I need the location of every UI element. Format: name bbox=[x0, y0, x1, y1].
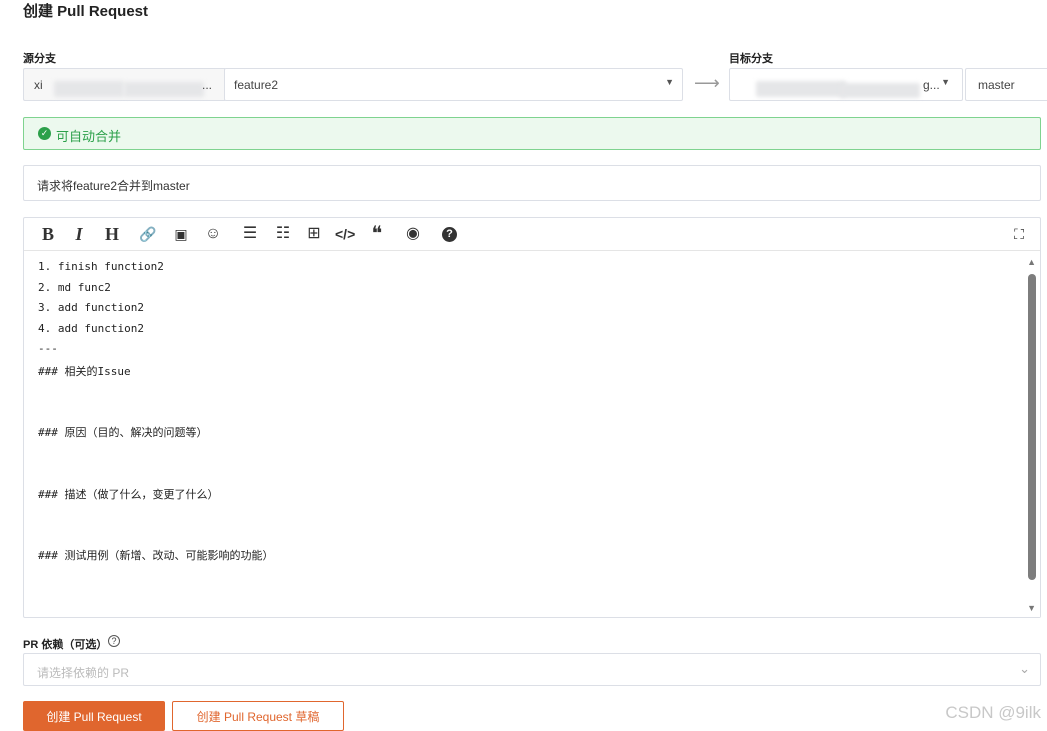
source-repo-ellipsis: ... bbox=[202, 78, 213, 92]
source-branch-select[interactable]: feature2 ▼ bbox=[224, 68, 683, 101]
pr-title-input[interactable]: 请求将feature2合并到master bbox=[23, 165, 1041, 201]
editor-line: ### 测试用例（新增、改动、可能影响的功能） bbox=[38, 549, 274, 562]
redacted-area bbox=[124, 82, 204, 97]
source-repo-text: xi bbox=[34, 78, 43, 92]
redacted-area bbox=[54, 81, 124, 97]
pr-dependency-label: PR 依赖（可选） bbox=[23, 639, 108, 651]
caret-down-icon: ▼ bbox=[665, 77, 674, 87]
page-title: 创建 Pull Request bbox=[23, 3, 149, 20]
quote-icon[interactable]: ❝ bbox=[368, 224, 386, 244]
target-branch-label: 目标分支 bbox=[729, 53, 773, 65]
scrollbar-thumb[interactable] bbox=[1028, 274, 1036, 580]
pr-dependency-placeholder: 请选择依赖的 PR bbox=[37, 666, 130, 680]
editor-toolbar: B I H 🔗 ▣ ☺ ☰ ☷ ⊞ </> ❝ ◉ ? ⛶ bbox=[24, 218, 1040, 251]
emoji-icon[interactable]: ☺ bbox=[204, 224, 222, 244]
target-branch-value: master bbox=[978, 78, 1015, 92]
heading-icon[interactable]: H bbox=[103, 224, 121, 244]
table-icon[interactable]: ⊞ bbox=[305, 224, 323, 244]
arrow-right-icon: ⟶ bbox=[694, 73, 720, 93]
question-icon[interactable]: ? bbox=[108, 635, 120, 647]
target-repo-text: g... bbox=[923, 78, 940, 92]
watermark: CSDN @9ilk bbox=[945, 703, 1041, 722]
create-draft-pr-button[interactable]: 创建 Pull Request 草稿 bbox=[172, 701, 344, 731]
image-icon[interactable]: ▣ bbox=[172, 224, 190, 244]
merge-status-text: 可自动合并 bbox=[56, 129, 122, 144]
help-icon[interactable]: ? bbox=[442, 227, 457, 242]
source-branch-value: feature2 bbox=[234, 78, 279, 92]
editor-line: 4. add function2 bbox=[38, 322, 144, 335]
link-icon[interactable]: 🔗 bbox=[139, 224, 157, 244]
source-branch-label: 源分支 bbox=[23, 53, 56, 65]
scroll-down-icon[interactable]: ▼ bbox=[1027, 603, 1036, 613]
create-pr-button[interactable]: 创建 Pull Request bbox=[23, 701, 165, 731]
editor-line: ### 描述（做了什么，变更了什么） bbox=[38, 488, 219, 501]
ordered-list-icon[interactable]: ☷ bbox=[274, 224, 292, 244]
redacted-area bbox=[840, 83, 920, 98]
editor-line: 1. finish function2 bbox=[38, 260, 164, 273]
caret-down-icon: ▼ bbox=[941, 77, 950, 87]
source-repo-field[interactable]: xi ... bbox=[23, 68, 225, 101]
chevron-down-icon: ⌄ bbox=[1019, 661, 1030, 676]
target-branch-select[interactable]: master bbox=[965, 68, 1047, 101]
markdown-editor[interactable]: B I H 🔗 ▣ ☺ ☰ ☷ ⊞ </> ❝ ◉ ? ⛶ 1. finish … bbox=[23, 217, 1041, 618]
code-icon[interactable]: </> bbox=[335, 224, 355, 244]
target-repo-select[interactable]: g... ▼ bbox=[729, 68, 963, 101]
pr-title-value: 请求将feature2合并到master bbox=[37, 179, 190, 193]
redacted-area bbox=[756, 81, 846, 97]
editor-line: 3. add function2 bbox=[38, 301, 144, 314]
editor-line: --- bbox=[38, 342, 58, 355]
bold-icon[interactable]: B bbox=[39, 224, 57, 244]
italic-icon[interactable]: I bbox=[70, 224, 88, 244]
fullscreen-icon[interactable]: ⛶ bbox=[1010, 224, 1028, 244]
unordered-list-icon[interactable]: ☰ bbox=[241, 224, 259, 244]
pr-dependency-select[interactable]: 请选择依赖的 PR ⌄ bbox=[23, 653, 1041, 686]
check-circle-icon: ✓ bbox=[38, 127, 51, 140]
editor-line: ### 相关的Issue bbox=[38, 365, 131, 378]
editor-line: 2. md func2 bbox=[38, 281, 111, 294]
editor-line: ### 原因（目的、解决的问题等） bbox=[38, 426, 208, 439]
scroll-up-icon[interactable]: ▲ bbox=[1027, 257, 1036, 267]
merge-status-banner: ✓ 可自动合并 bbox=[23, 117, 1041, 150]
preview-icon[interactable]: ◉ bbox=[404, 224, 422, 244]
